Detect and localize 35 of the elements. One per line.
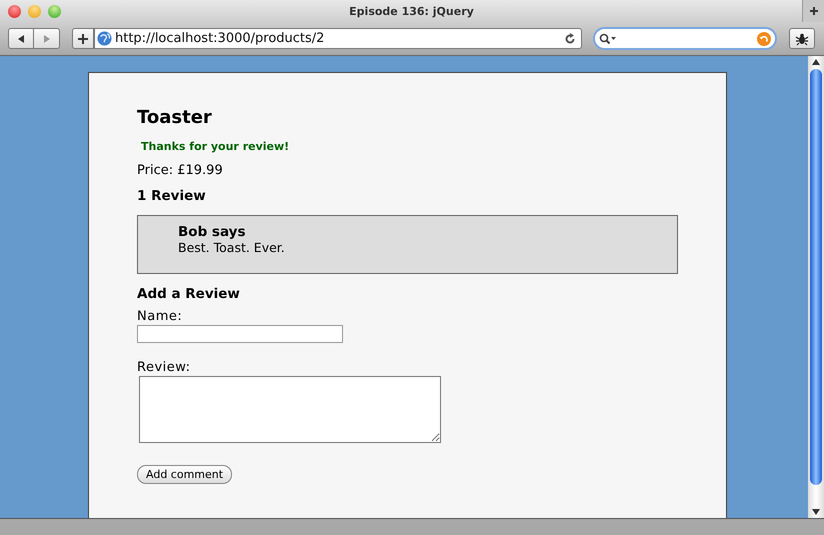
forward-arrow-icon xyxy=(42,34,52,44)
bug-button[interactable] xyxy=(789,28,815,49)
snapback-icon[interactable] xyxy=(757,32,771,46)
plus-icon xyxy=(78,34,88,44)
scroll-up-icon[interactable] xyxy=(812,59,820,65)
price-value: £19.99 xyxy=(177,163,223,178)
price-label: Price: xyxy=(137,163,174,178)
back-arrow-icon xyxy=(16,34,26,44)
add-bookmark-button[interactable] xyxy=(72,28,94,49)
scrollbar[interactable] xyxy=(808,56,824,518)
back-button[interactable] xyxy=(8,28,34,49)
reviews-heading: 1 Review xyxy=(137,188,207,204)
review-label: Review: xyxy=(137,360,192,375)
add-comment-button[interactable]: Add comment xyxy=(137,465,232,484)
window-title: Episode 136: jQuery xyxy=(348,4,475,18)
search-field[interactable] xyxy=(593,27,777,50)
reload-icon[interactable] xyxy=(564,32,576,44)
address-bar[interactable]: http://localhost:3000/products/2 xyxy=(94,28,582,49)
name-label: Name: xyxy=(137,309,184,324)
form-heading: Add a Review xyxy=(137,286,241,302)
search-icon xyxy=(599,32,617,44)
review-text: Best. Toast. Ever. xyxy=(178,240,286,255)
plus-icon xyxy=(808,6,818,16)
review-author: Bob says xyxy=(178,224,246,240)
close-button[interactable] xyxy=(8,4,21,18)
new-tab-button[interactable] xyxy=(802,0,824,22)
product-title: Toaster xyxy=(137,107,213,128)
scroll-thumb[interactable] xyxy=(810,69,822,485)
forward-button[interactable] xyxy=(34,28,60,49)
name-input[interactable] xyxy=(137,325,343,343)
scroll-down-icon[interactable] xyxy=(812,509,820,515)
url-text: http://localhost:3000/products/2 xyxy=(115,31,326,46)
bug-icon xyxy=(795,32,809,46)
review-textarea[interactable] xyxy=(139,376,441,443)
flash-notice: Thanks for your review! xyxy=(141,140,290,153)
